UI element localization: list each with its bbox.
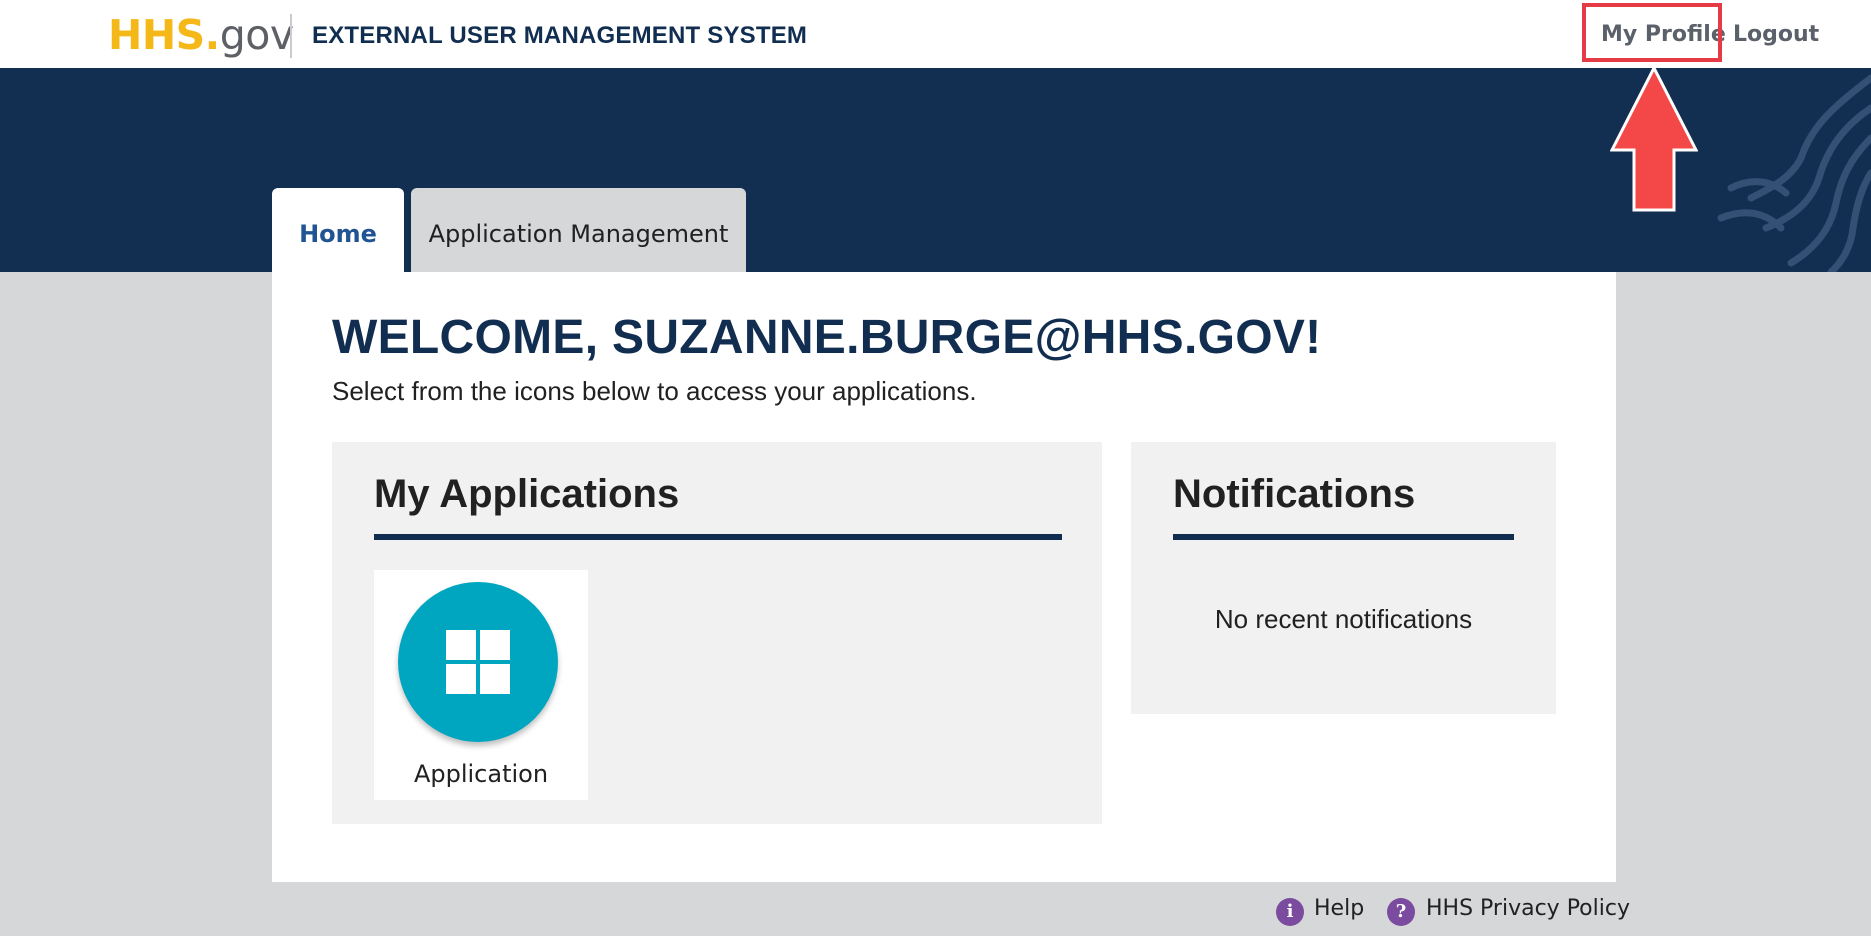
logo-gov: gov bbox=[219, 11, 294, 59]
question-icon[interactable]: ? bbox=[1387, 898, 1415, 926]
tab-home[interactable]: Home bbox=[272, 188, 404, 272]
logo-hhs: HHS bbox=[108, 11, 205, 59]
notifications-empty-message: No recent notifications bbox=[1214, 604, 1473, 634]
welcome-subtitle: Select from the icons below to access yo… bbox=[332, 376, 977, 406]
logo-dot: . bbox=[204, 11, 221, 59]
annotation-highlight-box bbox=[1582, 3, 1722, 62]
my-applications-heading: My Applications bbox=[374, 472, 680, 516]
grid-icon[interactable] bbox=[398, 582, 558, 742]
my-applications-panel: My Applications Application bbox=[332, 442, 1102, 824]
annotation-arrow-icon bbox=[1610, 66, 1698, 212]
system-title: EXTERNAL USER MANAGEMENT SYSTEM bbox=[312, 22, 808, 49]
application-tile-label: Application bbox=[413, 760, 549, 788]
main-content-card: WELCOME, SUZANNE.BURGE@HHS.GOV! Select f… bbox=[272, 272, 1616, 882]
privacy-policy-link[interactable]: HHS Privacy Policy bbox=[1426, 896, 1630, 921]
notifications-panel: Notifications No recent notifications bbox=[1131, 442, 1556, 714]
application-tile[interactable]: Application bbox=[374, 570, 588, 800]
top-header: HHS.gov EXTERNAL USER MANAGEMENT SYSTEM … bbox=[0, 0, 1871, 68]
help-link[interactable]: Help bbox=[1314, 896, 1364, 921]
notifications-heading: Notifications bbox=[1173, 472, 1416, 516]
notifications-rule bbox=[1173, 534, 1514, 540]
hhs-seal-watermark-icon bbox=[1717, 74, 1871, 272]
welcome-heading: WELCOME, SUZANNE.BURGE@HHS.GOV! bbox=[332, 311, 1322, 364]
logo-divider bbox=[290, 14, 292, 58]
hhs-gov-logo[interactable]: HHS.gov bbox=[108, 12, 294, 58]
logout-link[interactable]: Logout bbox=[1733, 22, 1819, 47]
my-applications-rule bbox=[374, 534, 1062, 540]
tab-application-management[interactable]: Application Management bbox=[411, 188, 746, 272]
info-icon[interactable]: i bbox=[1276, 898, 1304, 926]
